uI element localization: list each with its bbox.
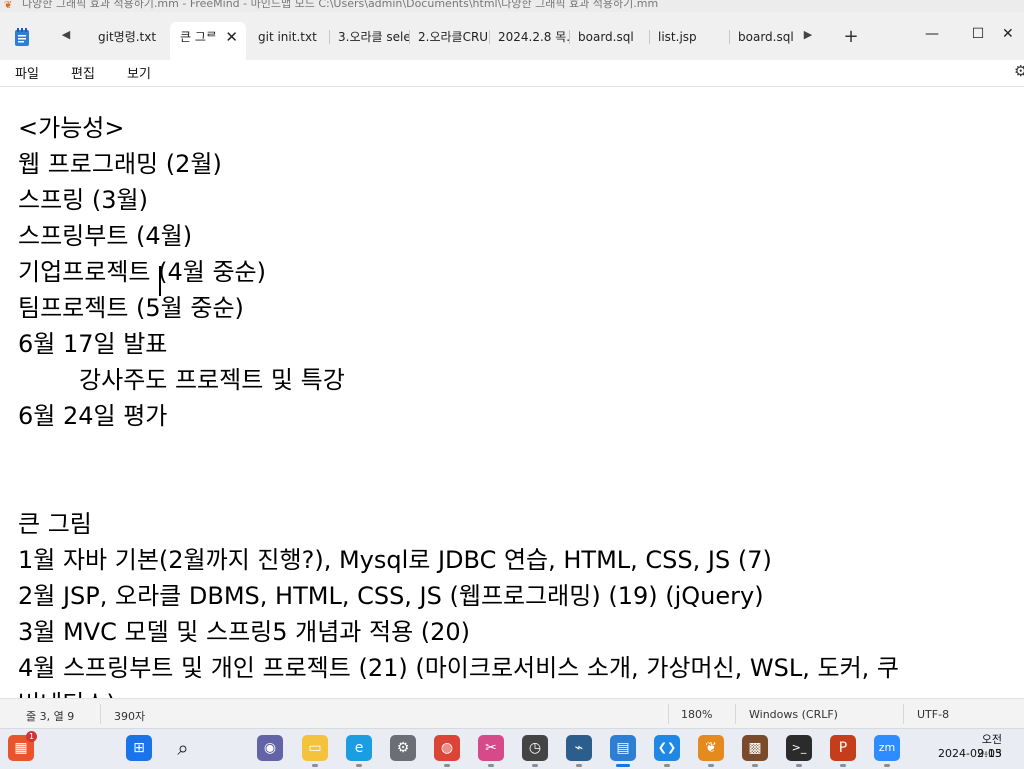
freemind-icon: ❦: [4, 0, 13, 11]
status-separator: [100, 704, 101, 724]
close-window-button[interactable]: ✕: [1002, 22, 1024, 46]
text-line: 3월 MVC 모델 및 스프링5 개념과 적용 (20): [18, 618, 471, 646]
text-editor[interactable]: <가능성> 웹 프로그래밍 (2월) 스프링 (3월) 스프링부트 (4월) 기…: [0, 87, 1024, 698]
tab-bar: ◀ git명령.txt 큰 그ᄅ ✕ git init.txt 3.오라클 se…: [0, 12, 1024, 60]
settings-icon[interactable]: ⚙: [390, 735, 416, 761]
text-line: 2월 JSP, 오라클 DBMS, HTML, CSS, JS (웹프로그래밍)…: [18, 582, 764, 610]
menu-bar: 파일 편집 보기 ⚙: [0, 60, 1024, 87]
character-count: 390자: [114, 710, 146, 723]
text-line: 6월 24일 평가: [18, 402, 168, 430]
edge-icon[interactable]: e: [346, 735, 372, 761]
tab-close-icon[interactable]: ✕: [225, 22, 238, 52]
running-indicator: [576, 764, 582, 767]
running-indicator: [356, 764, 362, 767]
tab-label: 2024.2.8 목.t: [498, 30, 570, 44]
encoding[interactable]: UTF-8: [917, 708, 949, 721]
running-indicator: [840, 764, 846, 767]
tab-2024-2-8[interactable]: 2024.2.8 목.t: [490, 22, 570, 52]
maximize-button[interactable]: ☐: [956, 22, 1000, 46]
tab-list-jsp[interactable]: list.jsp: [650, 22, 730, 52]
status-separator: [668, 704, 669, 724]
tab-git-init[interactable]: git init.txt: [250, 22, 330, 52]
powerpoint-icon[interactable]: P: [830, 735, 856, 761]
line-ending[interactable]: Windows (CRLF): [749, 708, 838, 721]
status-bar: 줄 3, 열 9 390자 180% Windows (CRLF) UTF-8: [0, 698, 1024, 729]
background-window-titlebar[interactable]: ❦ 다양한 그래픽 효과 적용하기.mm - FreeMind - 마인드맵 모…: [0, 0, 1024, 12]
menu-file[interactable]: 파일: [15, 63, 39, 82]
text-line: 강사주도 프로젝트 및 특강: [18, 366, 345, 394]
status-separator: [903, 704, 904, 724]
running-indicator: [796, 764, 802, 767]
tab-label: list.jsp: [658, 30, 697, 44]
clock-date[interactable]: 2024-02-13: [938, 747, 1002, 760]
tab-board-sql-2[interactable]: board.sql: [730, 22, 796, 52]
text-line: 1월 자바 기본(2월까지 진행?), Mysql로 JDBC 연습, HTML…: [18, 546, 772, 574]
file-explorer-icon[interactable]: ▭: [302, 735, 328, 761]
menu-view[interactable]: 보기: [127, 63, 151, 82]
notepad-icon[interactable]: ▤: [610, 735, 636, 761]
text-line: 웹 프로그래밍 (2월): [18, 150, 222, 178]
tab-scroll-left-button[interactable]: ◀: [58, 28, 74, 41]
settings-gear-icon[interactable]: ⚙: [1014, 62, 1024, 80]
tab-label: git init.txt: [258, 30, 317, 44]
text-line: 팀프로젝트 (5월 중순): [18, 294, 244, 322]
minimize-button[interactable]: —: [910, 22, 954, 46]
tab-label: board.sql: [738, 30, 794, 44]
running-indicator: [708, 764, 714, 767]
status-separator: [735, 704, 736, 724]
running-indicator: [616, 764, 630, 767]
utility-icon[interactable]: ▩: [742, 735, 768, 761]
vscode-icon[interactable]: ❮❯: [654, 735, 680, 761]
sql-developer-icon[interactable]: ⌁: [566, 735, 592, 761]
tab-label: 2.오라클CRU: [418, 30, 489, 44]
text-line: 6월 17일 발표: [18, 330, 168, 358]
running-indicator: [664, 764, 670, 767]
running-indicator: [884, 764, 890, 767]
taskbar: ▦ ⊞ ⌕ ◉ ▭ e ⚙ ◍ ✂ ◷ ⌁ ▤ ❮❯ ❦ ▩ >_ Pzm 1 오전 9:05 2024-02-1…: [0, 728, 1024, 769]
zoom-level[interactable]: 180%: [681, 708, 712, 721]
running-indicator: [532, 764, 538, 767]
text-line: 스프링 (3월): [18, 186, 148, 214]
freemind-icon[interactable]: ❦: [698, 735, 724, 761]
terminal-icon[interactable]: >_: [786, 735, 812, 761]
snipping-tool-icon[interactable]: ✂: [478, 735, 504, 761]
tab-git-commands[interactable]: git명령.txt: [90, 22, 168, 52]
text-line: 4월 스프링부트 및 개인 프로젝트 (21) (마이크로서비스 소개, 가상머…: [18, 654, 899, 682]
notepad-app-icon: [15, 28, 29, 46]
tab-oracle-crud[interactable]: 2.오라클CRU: [410, 22, 490, 52]
text-line: 스프링부트 (4월): [18, 222, 193, 250]
cursor-position: 줄 3, 열 9: [26, 710, 75, 723]
text-line: 기업프로젝트 (4월 중순): [18, 258, 266, 286]
tab-label: 큰 그ᄅ: [180, 30, 217, 44]
tab-oracle-select[interactable]: 3.오라클 sele: [330, 22, 410, 52]
text-line: 버네티스): [18, 684, 116, 698]
clock-icon[interactable]: ◷: [522, 735, 548, 761]
tab-scroll-right-button[interactable]: ▶: [800, 28, 816, 41]
notification-badge: 1: [26, 731, 37, 742]
background-window-title: 다양한 그래픽 효과 적용하기.mm - FreeMind - 마인드맵 모드 …: [22, 0, 659, 10]
menu-edit[interactable]: 편집: [71, 63, 95, 82]
new-tab-button[interactable]: +: [843, 26, 859, 47]
tab-big-picture[interactable]: 큰 그ᄅ ✕: [170, 22, 246, 60]
tab-label: 3.오라클 sele: [338, 30, 410, 44]
text-line: <가능성>: [18, 114, 125, 142]
tab-label: git명령.txt: [98, 30, 157, 44]
search-icon[interactable]: ⌕: [170, 735, 196, 761]
running-indicator: [752, 764, 758, 767]
zoom-icon[interactable]: zm: [874, 735, 900, 761]
tab-board-sql[interactable]: board.sql: [570, 22, 650, 52]
start-icon[interactable]: ⊞: [126, 735, 152, 761]
running-indicator: [488, 764, 494, 767]
tab-label: board.sql: [578, 30, 634, 44]
text-line: 큰 그림: [18, 510, 92, 538]
chat-icon[interactable]: ◉: [257, 735, 283, 761]
running-indicator: [444, 764, 450, 767]
running-indicator: [312, 764, 318, 767]
text-caret: [159, 266, 161, 296]
chrome-icon[interactable]: ◍: [434, 735, 460, 761]
